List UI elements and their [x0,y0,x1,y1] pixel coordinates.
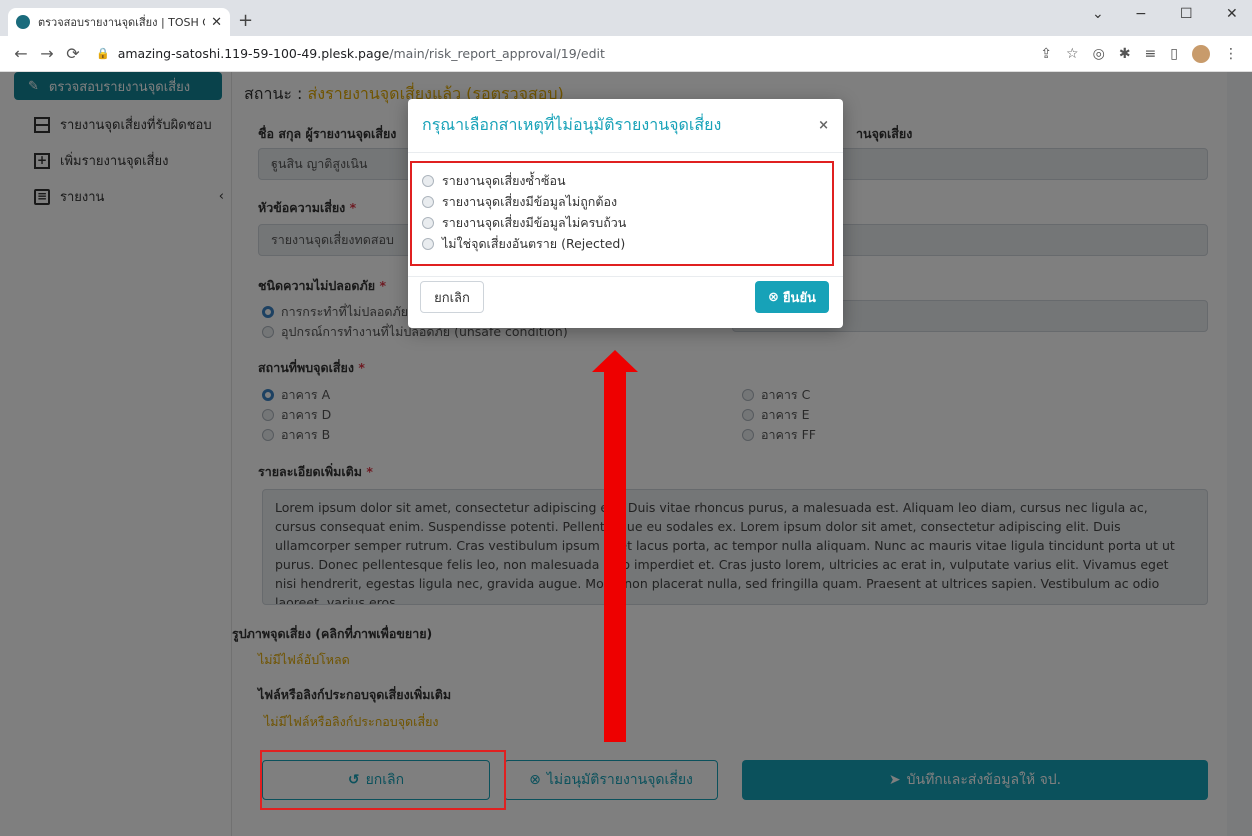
new-tab-button[interactable]: + [238,10,253,31]
reason-label: รายงานจุดเสี่ยงซ้ำซ้อน [442,173,566,188]
annotation-arrow-head [592,350,638,372]
star-icon[interactable]: ☆ [1066,46,1079,62]
reason-label: ไม่ใช่จุดเสี่ยงอันตราย (Rejected) [442,236,626,251]
puzzle-icon[interactable]: ✱ [1119,46,1131,62]
avatar[interactable] [1192,44,1210,63]
back-icon[interactable]: ← [8,44,34,63]
minimize-button[interactable]: − [1135,6,1147,22]
tab-search-icon[interactable]: ⌄ [1092,6,1104,22]
radio-icon [422,175,434,187]
address-bar: ← → ⟳ 🔒 amazing-satoshi.119-59-100-49.pl… [0,36,1252,72]
modal-footer: ยกเลิก ⊗ ยืนยัน [408,276,843,328]
radio-icon [422,217,434,229]
url-field[interactable]: 🔒 amazing-satoshi.119-59-100-49.plesk.pa… [96,46,1040,61]
confirm-label: ยืนยัน [782,290,816,306]
forward-icon[interactable]: → [34,44,60,63]
tab-close-icon[interactable]: ✕ [211,15,222,30]
modal-title: กรุณาเลือกสาเหตุที่ไม่อนุมัติรายงานจุดเส… [422,115,722,134]
extensions: ⇪ ☆ ◎ ✱ ≡ ▯ ⋮ [1040,44,1238,63]
reason-label: รายงานจุดเสี่ยงมีข้อมูลไม่ครบถ้วน [442,215,627,230]
list-icon[interactable]: ≡ [1145,46,1157,62]
reload-icon[interactable]: ⟳ [60,44,86,63]
modal-body: รายงานจุดเสี่ยงซ้ำซ้อน รายงานจุดเสี่ยงมี… [408,153,843,276]
annotation-box-reject [260,750,506,810]
reject-reason-modal: กรุณาเลือกสาเหตุที่ไม่อนุมัติรายงานจุดเส… [408,99,843,328]
reason-option[interactable]: รายงานจุดเสี่ยงมีข้อมูลไม่ครบถ้วน [422,213,626,233]
reason-option[interactable]: รายงานจุดเสี่ยงมีข้อมูลไม่ถูกต้อง [422,192,617,212]
sidepanel-icon[interactable]: ▯ [1170,46,1178,62]
close-icon[interactable]: × [818,118,829,133]
tab-title: ตรวจสอบรายงานจุดเสี่ยง | TOSH Goo [38,16,205,29]
url-path: /main/risk_report_approval/19/edit [389,46,605,61]
reason-option[interactable]: รายงานจุดเสี่ยงซ้ำซ้อน [422,171,566,191]
lock-icon: 🔒 [96,47,110,60]
maximize-button[interactable]: ☐ [1180,6,1193,22]
modal-cancel-button[interactable]: ยกเลิก [420,281,484,313]
close-window-button[interactable]: ✕ [1226,6,1238,22]
camera-icon[interactable]: ◎ [1093,46,1105,62]
annotation-arrow [604,370,626,742]
browser-tab[interactable]: ตรวจสอบรายงานจุดเสี่ยง | TOSH Goo ✕ [8,8,230,36]
url-host: amazing-satoshi.119-59-100-49.plesk.page [117,46,390,61]
x-circle-icon: ⊗ [768,289,779,305]
radio-icon [422,196,434,208]
radio-icon [422,238,434,250]
modal-header: กรุณาเลือกสาเหตุที่ไม่อนุมัติรายงานจุดเส… [408,99,843,153]
share-icon[interactable]: ⇪ [1040,46,1052,62]
reason-option[interactable]: ไม่ใช่จุดเสี่ยงอันตราย (Rejected) [422,234,625,254]
favicon-icon [16,15,30,29]
modal-confirm-button[interactable]: ⊗ ยืนยัน [755,281,829,313]
reason-label: รายงานจุดเสี่ยงมีข้อมูลไม่ถูกต้อง [442,194,618,209]
menu-icon[interactable]: ⋮ [1224,46,1238,62]
browser-tab-bar: ตรวจสอบรายงานจุดเสี่ยง | TOSH Goo ✕ + ⌄ … [0,0,1252,36]
